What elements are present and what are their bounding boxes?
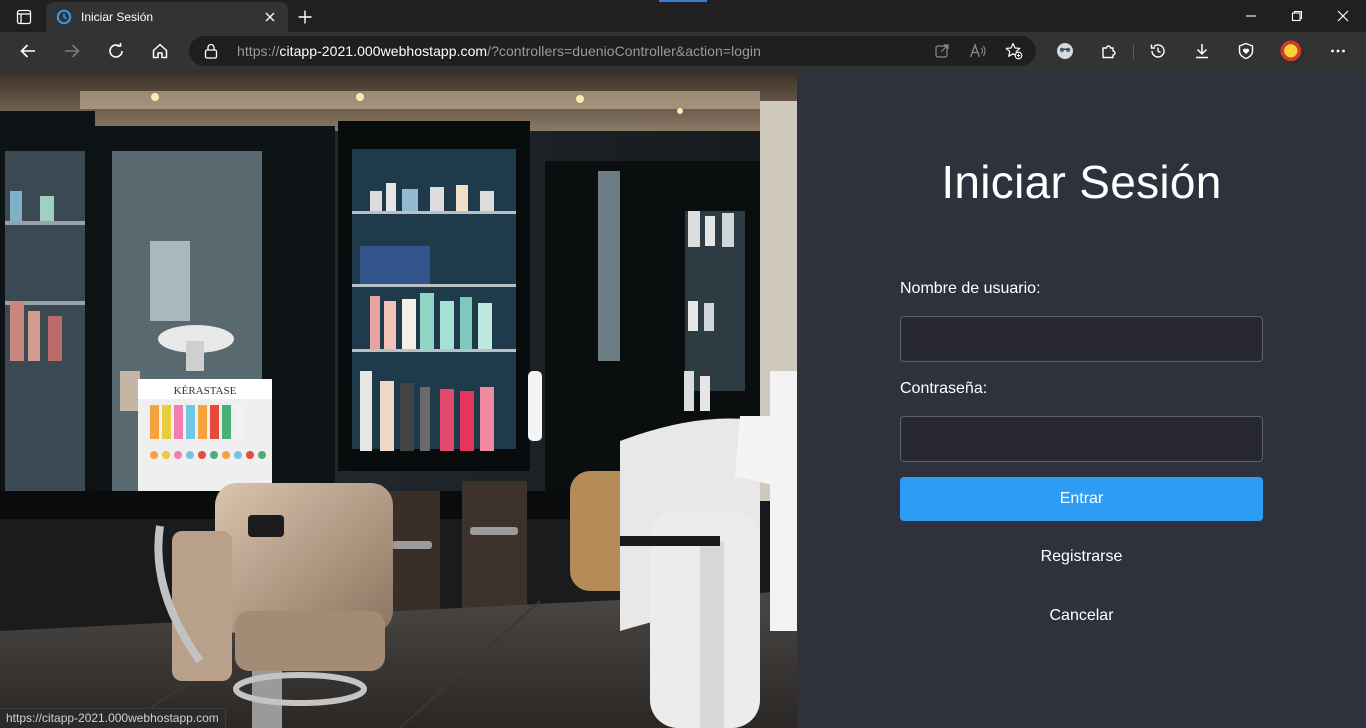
browser-tab-bar: Iniciar Sesión	[0, 0, 1366, 32]
username-label: Nombre de usuario:	[900, 280, 1041, 297]
register-button[interactable]: Registrarse	[900, 542, 1263, 572]
ghost-extension-icon[interactable]	[1050, 37, 1080, 65]
username-input[interactable]	[900, 316, 1263, 362]
open-in-app-icon[interactable]	[932, 42, 952, 60]
tab-actions-icon[interactable]	[8, 6, 40, 28]
refresh-icon[interactable]	[101, 37, 131, 65]
status-bar-url: https://citapp-2021.000webhostapp.com	[0, 708, 226, 728]
avatar-icon[interactable]	[1280, 40, 1304, 64]
lock-icon[interactable]	[204, 43, 218, 64]
toolbar-divider	[1133, 44, 1134, 60]
login-submit-button[interactable]: Entrar	[900, 477, 1263, 521]
svg-text:KÉRASTASE: KÉRASTASE	[174, 385, 237, 397]
home-icon[interactable]	[145, 37, 175, 65]
salon-hero-image: KÉRASTASE	[0, 71, 797, 728]
browser-tab-active[interactable]: Iniciar Sesión	[46, 2, 288, 32]
url-scheme: https://	[237, 43, 280, 59]
close-window-icon[interactable]	[1320, 0, 1366, 32]
restore-icon[interactable]	[1274, 0, 1320, 32]
url-host: citapp-2021.000webhostapp.com	[279, 43, 488, 59]
plus-icon[interactable]	[293, 5, 317, 29]
star-add-icon[interactable]	[1004, 42, 1024, 60]
minimize-icon[interactable]	[1228, 0, 1274, 32]
url-path: /?controllers=duenioController&action=lo…	[487, 43, 761, 59]
address-bar[interactable]: https://citapp-2021.000webhostapp.com/?c…	[189, 36, 1036, 66]
password-input[interactable]	[900, 416, 1263, 462]
download-icon[interactable]	[1187, 37, 1217, 65]
history-icon[interactable]	[1143, 37, 1173, 65]
address-url[interactable]: https://citapp-2021.000webhostapp.com/?c…	[237, 43, 761, 59]
browser-toolbar: https://citapp-2021.000webhostapp.com/?c…	[0, 32, 1366, 71]
shield-heart-icon[interactable]	[1231, 37, 1261, 65]
read-aloud-icon[interactable]	[968, 42, 988, 60]
password-label: Contraseña:	[900, 380, 988, 397]
tab-title: Iniciar Sesión	[81, 10, 154, 24]
more-icon[interactable]	[1323, 37, 1353, 65]
page-title: Iniciar Sesión	[941, 156, 1222, 208]
window-drag-accent	[659, 0, 707, 2]
page-content: KÉRASTASE Iniciar Sesión Nombre de usuar…	[0, 71, 1366, 728]
forward-arrow-icon[interactable]	[57, 37, 87, 65]
puzzle-icon[interactable]	[1094, 37, 1124, 65]
back-arrow-icon[interactable]	[13, 37, 43, 65]
cancel-button[interactable]: Cancelar	[900, 601, 1263, 631]
login-panel: Iniciar Sesión Nombre de usuario: Contra…	[797, 71, 1366, 728]
close-icon[interactable]	[262, 9, 278, 25]
clock-icon	[56, 9, 72, 25]
